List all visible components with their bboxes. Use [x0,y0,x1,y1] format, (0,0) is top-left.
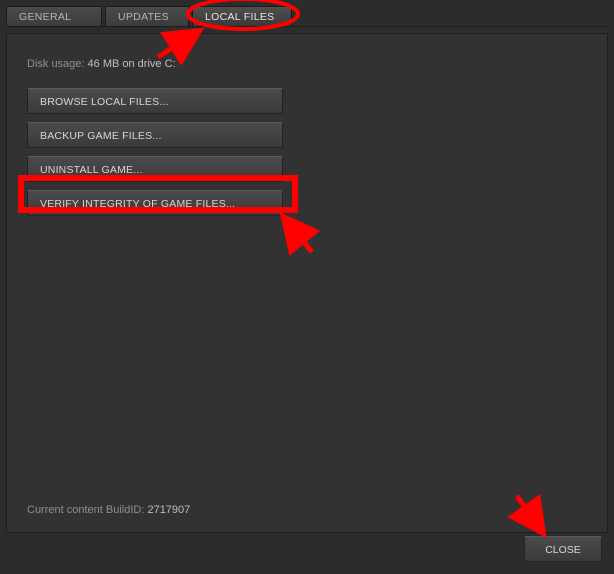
disk-usage-value: 46 MB on drive C: [88,58,176,70]
build-id-label: Current content BuildID: [27,504,144,516]
uninstall-game-button[interactable]: UNINSTALL GAME... [27,156,283,182]
build-id: Current content BuildID: 2717907 [27,504,190,516]
disk-usage-text: Disk usage: [27,58,84,70]
tab-local-files[interactable]: LOCAL FILES [192,6,292,26]
tab-general[interactable]: GENERAL [6,6,102,26]
tab-updates[interactable]: UPDATES [105,6,189,26]
divider [6,26,608,27]
backup-game-files-button[interactable]: BACKUP GAME FILES... [27,122,283,148]
close-button[interactable]: CLOSE [524,536,602,562]
tab-bar: GENERAL UPDATES LOCAL FILES [0,0,614,26]
properties-window: GENERAL UPDATES LOCAL FILES Disk usage: … [0,0,614,574]
verify-integrity-button[interactable]: VERIFY INTEGRITY OF GAME FILES... [27,190,283,216]
disk-usage-label: Disk usage: 46 MB on drive C: [27,58,587,70]
browse-local-files-button[interactable]: BROWSE LOCAL FILES... [27,88,283,114]
build-id-value: 2717907 [147,504,190,516]
local-files-panel: Disk usage: 46 MB on drive C: BROWSE LOC… [6,33,608,533]
